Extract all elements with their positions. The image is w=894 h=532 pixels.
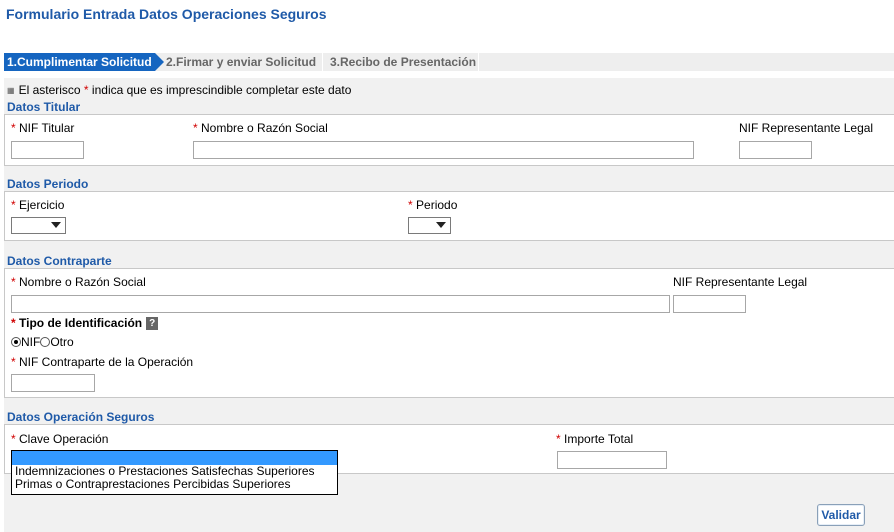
periodo-select[interactable]	[408, 217, 451, 234]
step-firmar: 2.Firmar y enviar Solicitud	[166, 55, 317, 69]
step-cumplimentar: 1.Cumplimentar Solicitud	[4, 53, 164, 71]
periodo-label: * Periodo	[408, 198, 458, 212]
clave-operacion-label: * Clave Operación	[11, 432, 109, 446]
page-title: Formulario Entrada Datos Operaciones Seg…	[6, 6, 327, 22]
wizard-steps: 1.Cumplimentar Solicitud 2.Firmar y envi…	[4, 53, 894, 71]
step-recibo: 3.Recibo de Presentación	[330, 55, 477, 69]
section-periodo-heading: Datos Periodo	[7, 177, 89, 191]
section-contraparte: * Nombre o Razón Social NIF Representant…	[4, 268, 894, 398]
rep-titular-input[interactable]	[739, 141, 812, 159]
tipo-identificacion-radios: NIF Otro	[11, 335, 74, 349]
rep-titular-label: NIF Representante Legal	[739, 121, 874, 135]
bullet-icon: ▦	[7, 86, 15, 96]
radio-nif[interactable]	[11, 337, 21, 347]
tipo-identificacion-label: * Tipo de Identificación?	[11, 316, 159, 331]
chevron-down-icon	[51, 222, 61, 228]
nombre-contraparte-input[interactable]	[11, 295, 670, 313]
nombre-titular-input[interactable]	[193, 141, 694, 159]
section-titular-heading: Datos Titular	[7, 100, 81, 114]
step-separator	[478, 53, 479, 71]
nif-titular-input[interactable]	[11, 141, 84, 159]
nif-operacion-label: * NIF Contraparte de la Operación	[11, 355, 194, 369]
validar-button[interactable]: Validar	[817, 504, 865, 526]
nif-titular-label: * NIF Titular	[11, 121, 75, 135]
nif-operacion-input[interactable]	[11, 374, 95, 392]
section-titular: * NIF Titular * Nombre o Razón Social NI…	[4, 114, 894, 166]
importe-total-input[interactable]	[557, 451, 667, 469]
chevron-down-icon	[436, 222, 446, 228]
section-contraparte-heading: Datos Contraparte	[7, 254, 112, 268]
radio-otro[interactable]	[40, 337, 51, 347]
clave-operacion-dropdown[interactable]: Indemnizaciones o Prestaciones Satisfech…	[11, 450, 338, 495]
importe-total-label: * Importe Total	[556, 432, 634, 446]
required-notice: ▦ El asterisco * indica que es imprescind…	[7, 83, 352, 97]
section-operacion-heading: Datos Operación Seguros	[7, 410, 155, 424]
dropdown-highlighted-option[interactable]	[12, 451, 337, 465]
section-periodo: * Ejercicio * Periodo	[4, 191, 894, 241]
nombre-contraparte-label: * Nombre o Razón Social	[11, 275, 146, 289]
dropdown-option[interactable]: Primas o Contraprestaciones Percibidas S…	[12, 478, 337, 491]
ejercicio-select[interactable]	[11, 217, 66, 234]
nombre-titular-label: * Nombre o Razón Social	[193, 121, 328, 135]
ejercicio-label: * Ejercicio	[11, 198, 65, 212]
rep-contraparte-label: NIF Representante Legal	[673, 275, 808, 289]
help-icon[interactable]: ?	[146, 317, 159, 331]
step-separator	[322, 53, 323, 71]
rep-contraparte-input[interactable]	[673, 295, 746, 313]
